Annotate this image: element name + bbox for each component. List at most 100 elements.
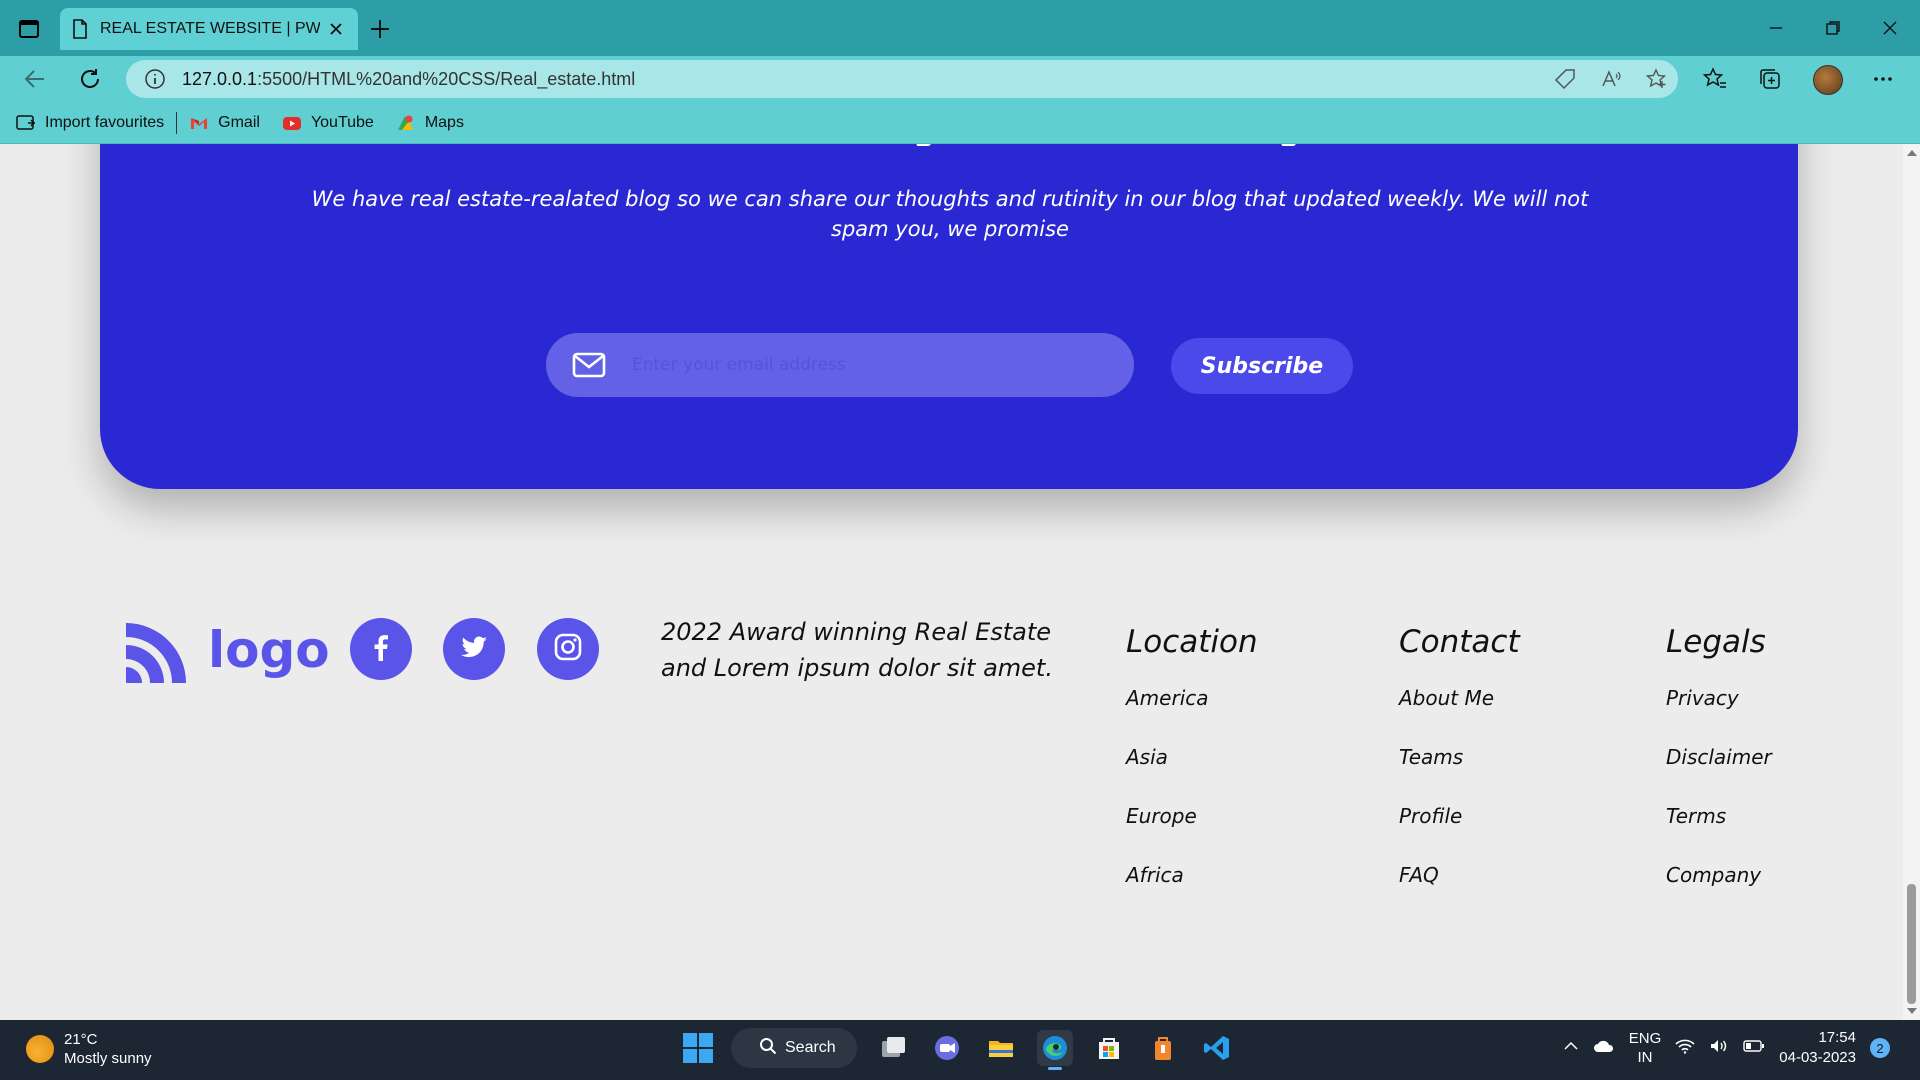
subscribe-button[interactable]: Subscribe: [1171, 338, 1353, 394]
favourites-icon[interactable]: [1702, 66, 1728, 92]
column-title: Contact: [1399, 624, 1520, 660]
volume-icon[interactable]: [1709, 1038, 1729, 1058]
instagram-button[interactable]: [537, 618, 599, 680]
facebook-icon: [366, 632, 396, 666]
scrollbar-thumb[interactable]: [1907, 884, 1916, 1004]
tab-title: REAL ESTATE WEBSITE | PW Assi: [100, 20, 320, 37]
twitter-button[interactable]: [443, 618, 505, 680]
language-indicator[interactable]: ENG IN: [1629, 1029, 1662, 1067]
battery-icon[interactable]: [1743, 1039, 1765, 1057]
sun-cloud-icon: [26, 1035, 54, 1063]
bookmark-maps[interactable]: Maps: [396, 114, 464, 132]
chevron-up-icon[interactable]: [1563, 1038, 1579, 1058]
office-bag-icon[interactable]: [1145, 1030, 1181, 1066]
footer-column-location: Location America Asia Europe Africa: [1126, 624, 1258, 922]
gmail-icon: [189, 114, 209, 132]
footer-link[interactable]: Company: [1666, 863, 1772, 922]
bookmark-youtube[interactable]: YouTube: [282, 114, 374, 132]
more-options-icon[interactable]: [1870, 66, 1896, 92]
logo[interactable]: logo: [122, 619, 330, 687]
edge-browser-icon[interactable]: [1037, 1030, 1073, 1070]
footer-link[interactable]: FAQ: [1399, 863, 1520, 922]
footer-column-legals: Legals Privacy Disclaimer Terms Company: [1666, 624, 1772, 922]
page-viewport: We have real estate-realated blog so we …: [0, 144, 1903, 1020]
file-explorer-icon[interactable]: [983, 1030, 1019, 1066]
email-input[interactable]: [632, 355, 1092, 375]
vscode-icon[interactable]: [1199, 1030, 1235, 1066]
wifi-icon[interactable]: [1675, 1038, 1695, 1058]
footer-link[interactable]: Profile: [1399, 804, 1520, 863]
task-view-icon[interactable]: [875, 1030, 911, 1066]
footer-link[interactable]: Teams: [1399, 745, 1520, 804]
taskbar-apps: Search: [683, 1028, 1235, 1070]
footer-link[interactable]: Terms: [1666, 804, 1772, 863]
microsoft-store-icon[interactable]: [1091, 1030, 1127, 1066]
facebook-button[interactable]: [350, 618, 412, 680]
close-tab-icon[interactable]: [326, 19, 346, 39]
vertical-scrollbar[interactable]: [1903, 144, 1920, 1020]
column-title: Legals: [1666, 624, 1766, 660]
footer-link[interactable]: Asia: [1126, 745, 1258, 804]
logo-text: logo: [208, 621, 330, 679]
bookmark-label: Gmail: [218, 113, 260, 131]
notification-badge[interactable]: 2: [1870, 1038, 1890, 1058]
email-input-wrapper[interactable]: [546, 333, 1134, 397]
footer-link[interactable]: Africa: [1126, 863, 1258, 922]
profile-avatar[interactable]: [1813, 65, 1843, 95]
bookmark-gmail[interactable]: Gmail: [189, 114, 260, 132]
weather-condition: Mostly sunny: [64, 1050, 152, 1067]
system-tray: ENG IN 17:54 04-03-2023 2: [1563, 1028, 1890, 1068]
new-tab-icon[interactable]: [368, 17, 392, 41]
bookmark-import-favourites[interactable]: Import favourites: [16, 114, 164, 132]
footer-link[interactable]: Privacy: [1666, 686, 1772, 745]
instagram-icon: [553, 632, 583, 666]
teams-chat-icon[interactable]: [929, 1030, 965, 1066]
collections-icon[interactable]: [1757, 66, 1783, 92]
footer-link[interactable]: America: [1126, 686, 1258, 745]
footer-column-contact: Contact About Me Teams Profile FAQ: [1399, 624, 1520, 922]
add-favourite-icon[interactable]: [1645, 68, 1668, 90]
address-bar-row: 127.0.0.1:5500/HTML%20and%20CSS/Real_est…: [0, 56, 1920, 102]
newsletter-heading-clipped: [800, 144, 1304, 154]
newsletter-section: We have real estate-realated blog so we …: [100, 144, 1798, 489]
weather-widget[interactable]: 21°C Mostly sunny: [26, 1030, 152, 1068]
column-title: Location: [1126, 624, 1258, 660]
region-code: IN: [1637, 1049, 1653, 1066]
mail-icon: [572, 352, 606, 378]
back-icon[interactable]: [22, 66, 48, 92]
footer-link[interactable]: About Me: [1399, 686, 1520, 745]
url-path: :5500/HTML%20and%20CSS/Real_estate.html: [257, 68, 636, 89]
browser-tab[interactable]: REAL ESTATE WEBSITE | PW Assi: [60, 8, 358, 50]
footer-link[interactable]: Europe: [1126, 804, 1258, 863]
url-actions: [1554, 68, 1668, 90]
time: 17:54: [1818, 1029, 1856, 1046]
newsletter-description: We have real estate-realated blog so we …: [311, 187, 1589, 241]
search-label: Search: [785, 1039, 836, 1056]
youtube-icon: [282, 114, 302, 132]
temperature: 21°C: [64, 1031, 98, 1048]
refresh-icon[interactable]: [77, 66, 103, 92]
search-icon: [759, 1037, 777, 1060]
restore-icon[interactable]: [1821, 16, 1845, 40]
footer: logo 2022 Award winning Real Estate and …: [0, 604, 1903, 1004]
clock[interactable]: 17:54 04-03-2023: [1779, 1028, 1856, 1068]
page-icon: [72, 19, 88, 39]
logo-mark-icon: [122, 619, 190, 687]
windows-start-icon[interactable]: [683, 1033, 713, 1063]
read-aloud-icon[interactable]: [1600, 68, 1622, 90]
onedrive-cloud-icon[interactable]: [1593, 1038, 1615, 1058]
award-text: 2022 Award winning Real Estate and Lorem…: [661, 618, 1053, 682]
tag-icon[interactable]: [1554, 68, 1576, 90]
footer-link[interactable]: Disclaimer: [1666, 745, 1772, 804]
url-host: 127.0.0.1: [182, 68, 258, 89]
bookmark-label: Import favourites: [45, 113, 165, 131]
url-field[interactable]: 127.0.0.1:5500/HTML%20and%20CSS/Real_est…: [126, 60, 1678, 98]
scroll-up-icon[interactable]: [1907, 150, 1917, 156]
scroll-down-icon[interactable]: [1907, 1008, 1917, 1014]
tab-actions-icon[interactable]: [18, 18, 40, 40]
taskbar-search[interactable]: Search: [731, 1028, 857, 1068]
bookmarks-bar: Import favourites Gmail YouTube Maps: [0, 102, 1920, 144]
minimize-icon[interactable]: [1764, 16, 1788, 40]
close-window-icon[interactable]: [1878, 16, 1902, 40]
site-info-icon[interactable]: [144, 68, 166, 90]
